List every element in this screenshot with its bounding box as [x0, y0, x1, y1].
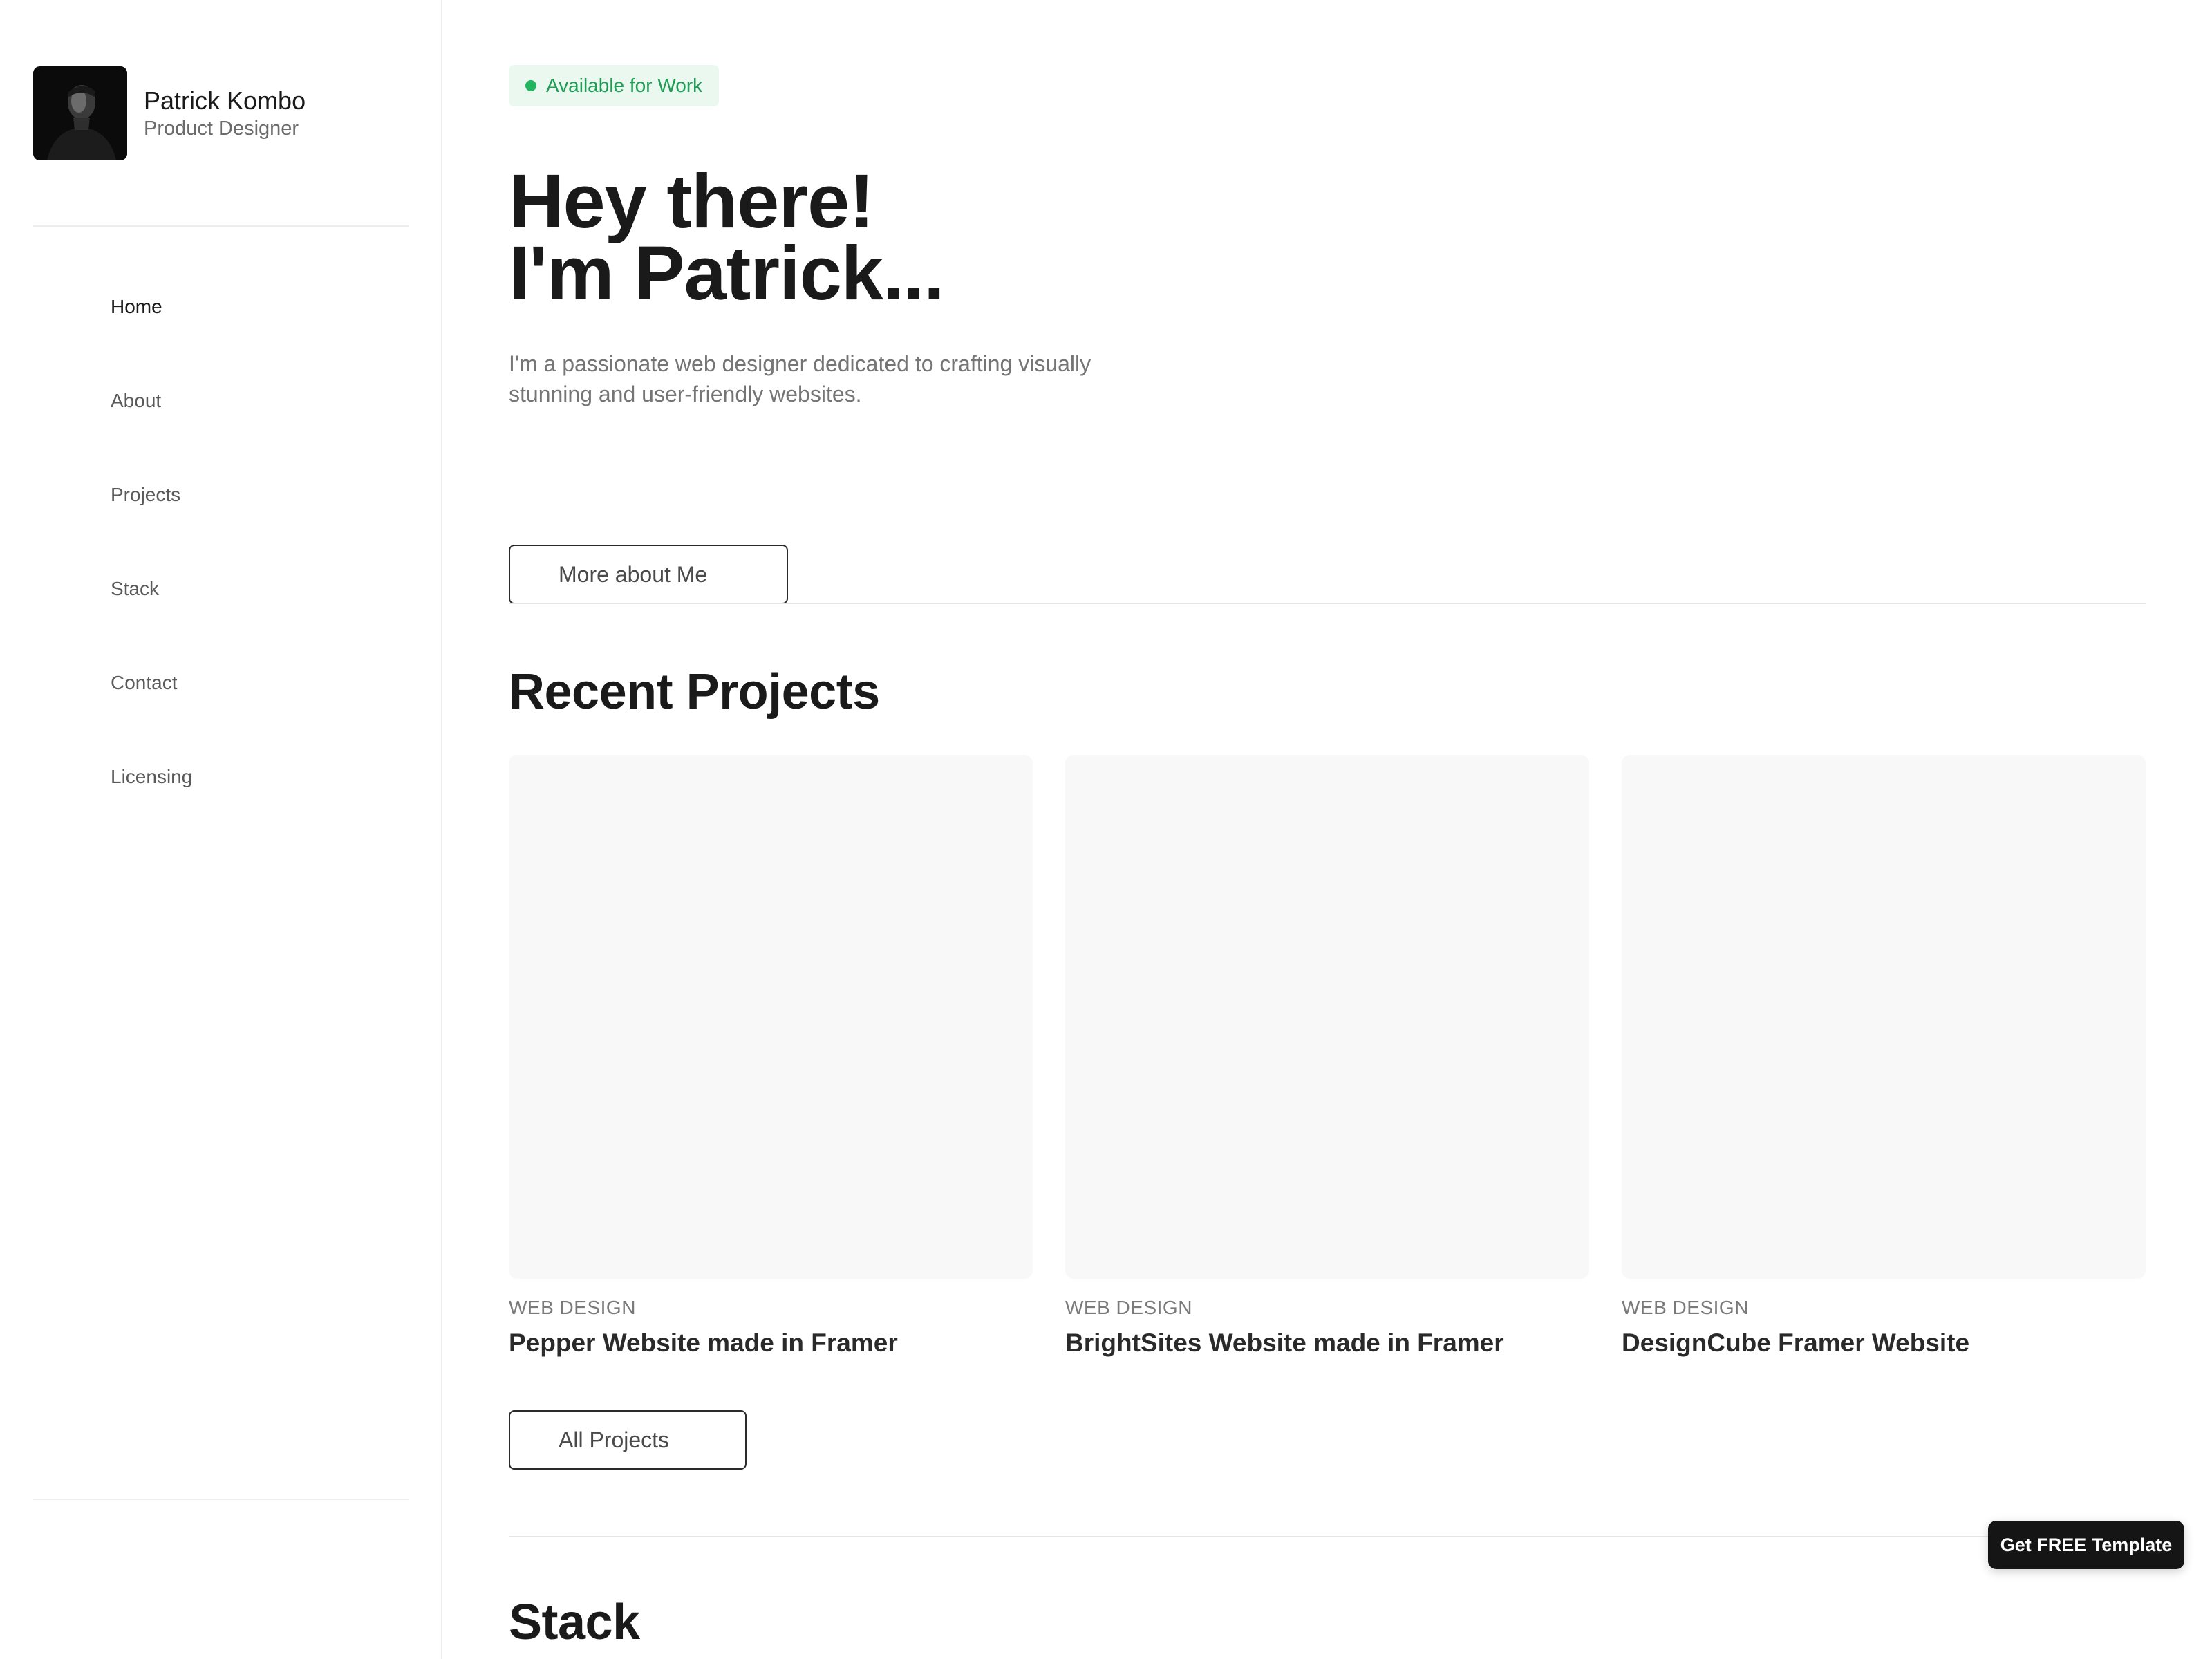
project-category: WEB DESIGN: [1065, 1297, 1192, 1318]
profile-header[interactable]: Patrick Kombo Product Designer: [33, 66, 306, 160]
sidebar-nav: Home About Projects Stack Contact Licens…: [111, 276, 192, 841]
hero-title-line-2: I'm Patrick...: [509, 231, 945, 316]
sidebar: Patrick Kombo Product Designer Home Abou…: [0, 0, 442, 1659]
all-projects-button[interactable]: All Projects: [509, 1410, 747, 1470]
project-category: WEB DESIGN: [509, 1297, 636, 1318]
project-card[interactable]: WEB DESIGN DesignCube Framer Website: [1622, 755, 2146, 1358]
project-thumbnail[interactable]: [509, 755, 1033, 1279]
project-title[interactable]: DesignCube Framer Website: [1622, 1329, 2146, 1358]
sidebar-divider: [33, 225, 409, 227]
project-thumbnail[interactable]: [1622, 755, 2146, 1279]
project-card[interactable]: WEB DESIGN Pepper Website made in Framer: [509, 755, 1033, 1358]
hero-title-line-1: Hey there!: [509, 159, 874, 244]
project-title[interactable]: BrightSites Website made in Framer: [1065, 1329, 1589, 1358]
sidebar-item-home[interactable]: Home: [111, 276, 192, 371]
avatar-portrait-icon: [33, 66, 127, 160]
sidebar-divider-bottom: [33, 1499, 409, 1500]
get-free-template-button[interactable]: Get FREE Template: [1988, 1521, 2184, 1569]
project-thumbnail[interactable]: [1065, 755, 1589, 1279]
sidebar-item-about[interactable]: About: [111, 371, 192, 465]
project-card[interactable]: WEB DESIGN BrightSites Website made in F…: [1065, 755, 1589, 1358]
section-divider: [509, 603, 2146, 604]
sidebar-item-stack[interactable]: Stack: [111, 559, 192, 653]
profile-name: Patrick Kombo: [144, 86, 306, 115]
hero-title: Hey there! I'm Patrick...: [509, 159, 945, 316]
status-dot-icon: [525, 80, 536, 91]
more-about-me-button[interactable]: More about Me: [509, 545, 788, 604]
availability-badge-label: Available for Work: [546, 75, 703, 96]
sidebar-item-projects[interactable]: Projects: [111, 465, 192, 559]
sidebar-item-licensing[interactable]: Licensing: [111, 747, 192, 841]
stack-heading: Stack: [509, 1595, 640, 1650]
section-divider: [509, 1536, 2146, 1537]
projects-grid: WEB DESIGN Pepper Website made in Framer…: [509, 755, 2146, 1358]
availability-badge: Available for Work: [509, 65, 720, 106]
project-title[interactable]: Pepper Website made in Framer: [509, 1329, 1033, 1358]
avatar: [33, 66, 127, 160]
recent-projects-heading: Recent Projects: [509, 664, 880, 720]
profile-role: Product Designer: [144, 118, 299, 140]
hero-description: I'm a passionate web designer dedicated …: [509, 351, 1091, 406]
sidebar-item-contact[interactable]: Contact: [111, 653, 192, 747]
project-category: WEB DESIGN: [1622, 1297, 1749, 1318]
